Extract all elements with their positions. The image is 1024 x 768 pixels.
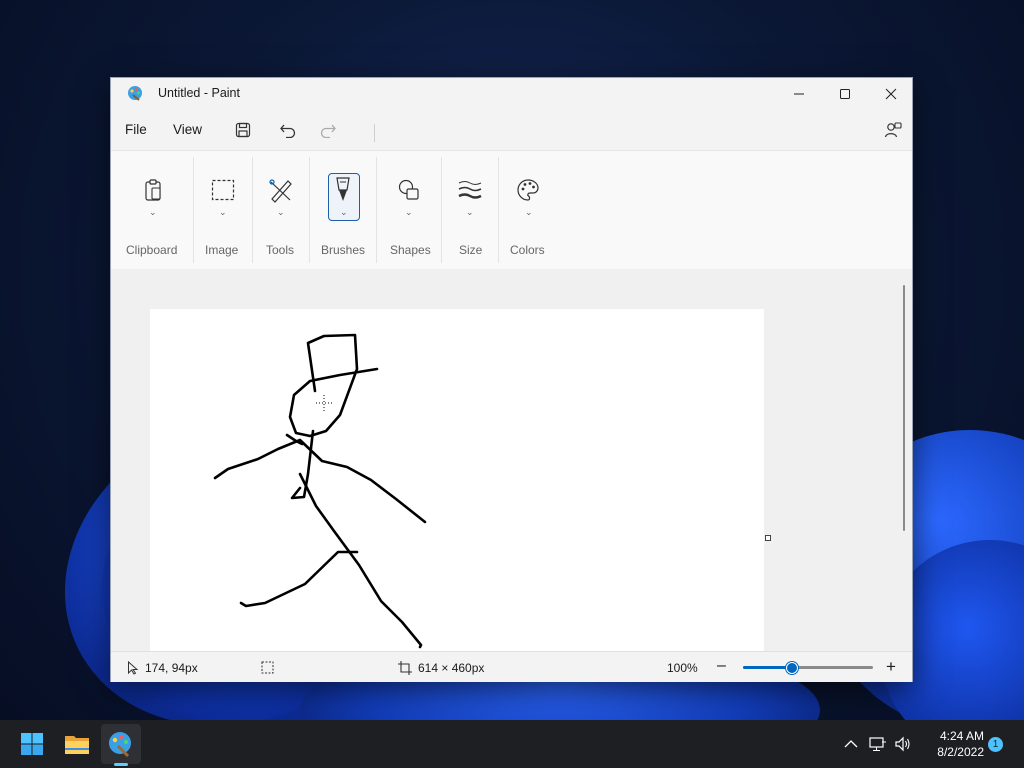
title-bar[interactable]: Untitled - Paint <box>111 78 912 110</box>
pointer-icon <box>128 661 139 675</box>
size-icon <box>452 175 488 205</box>
close-icon <box>885 88 897 100</box>
taskbar: 4:24 AM 8/2/2022 <box>0 720 1024 768</box>
file-explorer-button[interactable] <box>57 724 97 764</box>
chevron-down-icon: ⌄ <box>525 207 533 217</box>
account-icon <box>884 122 902 138</box>
ribbon-group-size[interactable]: ⌄ Size <box>442 151 498 269</box>
stick-figure-drawing <box>213 333 427 649</box>
status-bar: 174, 94px 614 × 460px 100% – + <box>111 651 912 682</box>
maximize-icon <box>840 89 850 99</box>
drawing-canvas[interactable] <box>150 309 764 651</box>
paint-app-icon <box>127 85 143 101</box>
taskbar-clock[interactable]: 4:24 AM 8/2/2022 <box>922 728 984 760</box>
canvas-resize-handle[interactable] <box>765 535 771 541</box>
volume-icon <box>895 736 910 752</box>
close-button[interactable] <box>868 78 914 110</box>
clock-time: 4:24 AM <box>939 729 984 743</box>
selection-icon <box>205 175 241 205</box>
show-hidden-icons-button[interactable] <box>841 734 861 754</box>
selection-icon <box>261 661 274 674</box>
windows-start-button[interactable] <box>12 724 52 764</box>
shapes-icon <box>391 175 427 205</box>
ribbon-group-clipboard[interactable]: ⌄ Clipboard <box>111 151 193 269</box>
minimize-button[interactable] <box>776 78 822 110</box>
ribbon-label-tools: Tools <box>266 243 295 257</box>
ribbon-label-clipboard: Clipboard <box>126 243 178 257</box>
canvas-size: 614 × 460px <box>398 661 484 675</box>
minimize-icon <box>794 93 804 95</box>
ribbon-label-brushes: Brushes <box>321 243 366 257</box>
redo-button[interactable] <box>314 118 342 142</box>
chevron-down-icon: ⌄ <box>405 207 413 217</box>
ribbon-label-image: Image <box>205 243 239 257</box>
ribbon-label-shapes: Shapes <box>390 243 431 257</box>
paint-icon <box>109 732 131 757</box>
paint-window: Untitled - Paint File View ⌄ Clipboard ⌄… <box>110 77 913 682</box>
ribbon-group-brushes[interactable]: ⌄ Brushes <box>310 151 376 269</box>
cursor-position-text: 174, 94px <box>145 661 198 675</box>
redo-icon <box>320 124 336 138</box>
maximize-button[interactable] <box>822 78 868 110</box>
chevron-down-icon: ⌄ <box>219 207 227 217</box>
network-icon <box>869 737 886 751</box>
active-app-indicator <box>114 763 128 766</box>
canvas-size-icon <box>398 661 412 675</box>
zoom-slider-fill <box>743 666 792 669</box>
canvas-workspace <box>111 269 912 651</box>
palette-icon <box>510 175 546 205</box>
zoom-level[interactable]: 100% <box>667 661 698 675</box>
cursor-position: 174, 94px <box>127 661 198 675</box>
chevron-down-icon: ⌄ <box>466 207 474 217</box>
brush-icon <box>325 175 361 205</box>
toolbar-separator <box>374 124 375 142</box>
selection-size <box>261 661 274 674</box>
window-title: Untitled - Paint <box>158 86 240 100</box>
zoom-out-button[interactable]: – <box>717 657 726 675</box>
ribbon-label-size: Size <box>459 243 483 257</box>
windows-start-icon <box>21 733 43 755</box>
notification-badge[interactable]: 1 <box>988 737 1003 752</box>
network-icon-button[interactable] <box>868 734 888 754</box>
undo-icon <box>280 124 296 138</box>
save-button[interactable] <box>229 118 257 142</box>
paint-taskbar-button[interactable] <box>101 724 141 764</box>
ribbon-group-colors[interactable]: ⌄ Colors <box>499 151 559 269</box>
chevron-up-icon <box>844 740 858 748</box>
menu-file[interactable]: File <box>125 122 147 137</box>
menu-view[interactable]: View <box>173 122 202 137</box>
save-icon <box>235 122 251 138</box>
chevron-down-icon: ⌄ <box>340 207 348 217</box>
tools-icon <box>263 175 299 205</box>
canvas-size-text: 614 × 460px <box>418 661 485 675</box>
ribbon-group-shapes[interactable]: ⌄ Shapes <box>377 151 441 269</box>
chevron-down-icon: ⌄ <box>277 207 285 217</box>
chevron-down-icon: ⌄ <box>149 207 157 217</box>
menu-bar: File View <box>111 110 912 148</box>
file-explorer-icon <box>65 736 89 754</box>
account-button[interactable] <box>879 118 907 142</box>
vertical-scrollbar[interactable] <box>903 285 905 531</box>
ribbon-group-tools[interactable]: ⌄ Tools <box>253 151 309 269</box>
clock-date: 8/2/2022 <box>937 745 984 759</box>
ribbon-group-image[interactable]: ⌄ Image <box>194 151 252 269</box>
zoom-slider-thumb[interactable] <box>786 662 798 674</box>
clipboard-icon <box>135 175 171 205</box>
volume-icon-button[interactable] <box>893 734 913 754</box>
zoom-in-button[interactable]: + <box>886 657 896 677</box>
ribbon-label-colors: Colors <box>510 243 545 257</box>
undo-button[interactable] <box>274 118 302 142</box>
ribbon: ⌄ Clipboard ⌄ Image ⌄ Tools ⌄ Brushes ⌄ … <box>111 150 912 270</box>
